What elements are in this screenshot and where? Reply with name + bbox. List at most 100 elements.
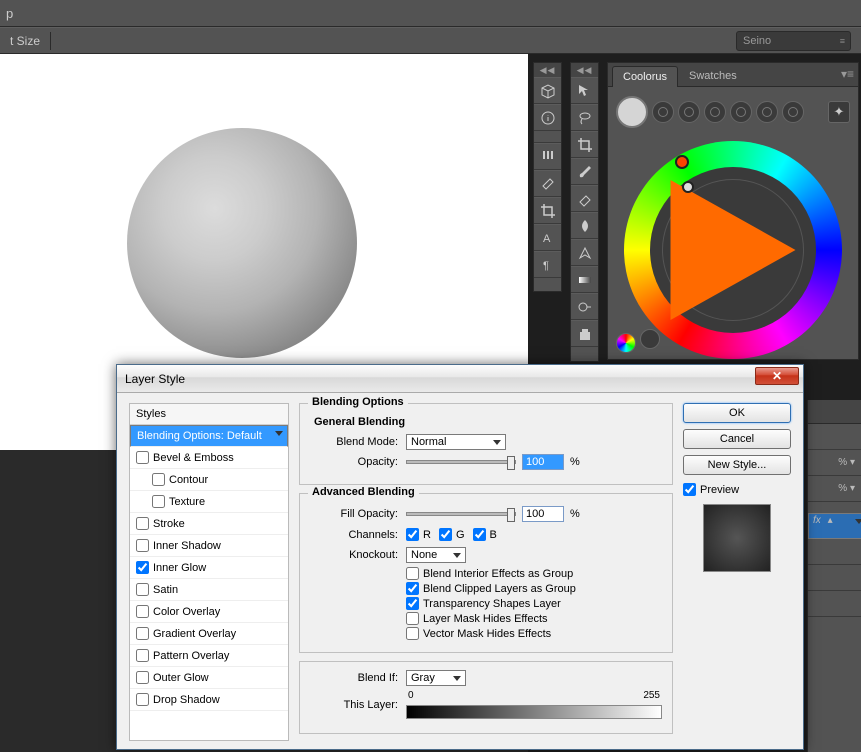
advanced-blending-legend: Advanced Blending (308, 486, 419, 498)
strip-collapse-icon[interactable]: ◀◀ (571, 63, 598, 77)
layers-fill-fragment[interactable]: % ▾ (808, 476, 861, 502)
style-color-overlay[interactable]: Color Overlay (130, 601, 288, 623)
styles-header: Styles (130, 404, 288, 425)
preview-thumbnail (703, 504, 771, 572)
lasso-tool-icon[interactable] (571, 104, 598, 131)
info-icon[interactable] (534, 104, 561, 131)
fillopacity-slider[interactable] (406, 512, 516, 516)
mode-dot-2[interactable] (678, 101, 700, 123)
chk-transparency-shapes[interactable]: Transparency Shapes Layer (406, 597, 662, 610)
layer-row[interactable] (808, 591, 861, 617)
channel-b[interactable]: B (473, 528, 497, 541)
panel-menu-icon[interactable]: ▾≡ (841, 67, 854, 81)
strip-collapse-icon[interactable]: ◀◀ (534, 63, 561, 77)
layer-row[interactable] (808, 539, 861, 565)
style-outer-glow[interactable]: Outer Glow (130, 667, 288, 689)
checkbox-gradientoverlay[interactable] (136, 627, 149, 640)
style-satin[interactable]: Satin (130, 579, 288, 601)
style-pattern-overlay[interactable]: Pattern Overlay (130, 645, 288, 667)
crop-tool-icon[interactable] (571, 131, 598, 158)
eraser-tool-icon[interactable] (571, 185, 598, 212)
panel-doc-strip: ◀◀ A ¶ (533, 62, 562, 292)
channel-g[interactable]: G (439, 528, 465, 541)
color-wheel[interactable] (624, 141, 842, 359)
chk-blend-interior[interactable]: Blend Interior Effects as Group (406, 567, 662, 580)
style-inner-shadow[interactable]: Inner Shadow (130, 535, 288, 557)
blendif-label: Blend If: (310, 672, 398, 684)
tab-swatches[interactable]: Swatches (678, 65, 748, 86)
dodge-tool-icon[interactable] (571, 293, 598, 320)
swap-icon[interactable] (640, 329, 660, 349)
gradient-tool-icon[interactable] (571, 266, 598, 293)
chk-layermask-hides[interactable]: Layer Mask Hides Effects (406, 612, 662, 625)
style-gradient-overlay[interactable]: Gradient Overlay (130, 623, 288, 645)
menu-letter[interactable]: p (6, 6, 13, 21)
style-drop-shadow[interactable]: Drop Shadow (130, 689, 288, 711)
checkbox-stroke[interactable] (136, 517, 149, 530)
thislayer-gradient[interactable] (406, 705, 662, 719)
tab-coolorus[interactable]: Coolorus (612, 66, 678, 87)
checkbox-satin[interactable] (136, 583, 149, 596)
brushes-icon[interactable] (534, 143, 561, 170)
brush-settings-icon[interactable] (534, 170, 561, 197)
brush-tool-icon[interactable] (571, 158, 598, 185)
close-button[interactable]: ✕ (755, 367, 799, 385)
hue-indicator[interactable] (675, 155, 689, 169)
dialog-titlebar[interactable]: Layer Style ✕ (117, 365, 803, 393)
mode-dot-6[interactable] (782, 101, 804, 123)
cube-icon[interactable] (534, 77, 561, 104)
checkbox-innerglow[interactable] (136, 561, 149, 574)
crop-icon[interactable] (534, 197, 561, 224)
character-icon[interactable]: A (534, 224, 561, 251)
mode-dot-5[interactable] (756, 101, 778, 123)
cancel-button[interactable]: Cancel (683, 429, 791, 449)
sv-indicator[interactable] (682, 181, 694, 193)
checkbox-bevel[interactable] (136, 451, 149, 464)
chk-vectormask-hides[interactable]: Vector Mask Hides Effects (406, 627, 662, 640)
preview-checkbox[interactable]: Preview (683, 483, 791, 496)
color-triangle[interactable] (671, 180, 796, 320)
mode-dot-4[interactable] (730, 101, 752, 123)
opacity-input[interactable]: 100 (522, 454, 564, 470)
foreground-color-swatch[interactable] (616, 96, 648, 128)
opacity-slider[interactable] (406, 460, 516, 464)
style-blending-options[interactable]: Blending Options: Default (130, 425, 288, 447)
checkbox-coloroverlay[interactable] (136, 605, 149, 618)
style-texture[interactable]: Texture (130, 491, 288, 513)
move-tool-icon[interactable] (571, 77, 598, 104)
options-fontsize-fragment[interactable]: t Size (0, 32, 51, 50)
checkbox-outerglow[interactable] (136, 671, 149, 684)
knockout-select[interactable]: None (406, 547, 466, 563)
paragraph-icon[interactable]: ¶ (534, 251, 561, 278)
style-stroke[interactable]: Stroke (130, 513, 288, 535)
style-bevel-emboss[interactable]: Bevel & Emboss (130, 447, 288, 469)
dialog-center-pane: Blending Options General Blending Blend … (299, 403, 673, 741)
layer-row-selected[interactable]: fx ▴ (808, 513, 861, 539)
layers-opacity-fragment[interactable]: % ▾ (808, 450, 861, 476)
smudge-tool-icon[interactable] (571, 212, 598, 239)
style-contour[interactable]: Contour (130, 469, 288, 491)
checkbox-contour[interactable] (152, 473, 165, 486)
channel-r[interactable]: R (406, 528, 431, 541)
pen-tool-icon[interactable] (571, 239, 598, 266)
blendif-select[interactable]: Gray (406, 670, 466, 686)
fillopacity-input[interactable]: 100 (522, 506, 564, 522)
styles-list: Styles Blending Options: Default Bevel &… (129, 403, 289, 741)
workspace-dropdown[interactable]: Seino (736, 31, 851, 51)
checkbox-texture[interactable] (152, 495, 165, 508)
newstyle-button[interactable]: New Style... (683, 455, 791, 475)
layer-row[interactable] (808, 565, 861, 591)
blendmode-select[interactable]: Normal (406, 434, 506, 450)
ok-button[interactable]: OK (683, 403, 791, 423)
checkbox-dropshadow[interactable] (136, 693, 149, 706)
clone-tool-icon[interactable] (571, 320, 598, 347)
style-inner-glow[interactable]: Inner Glow (130, 557, 288, 579)
checkbox-innershadow[interactable] (136, 539, 149, 552)
mode-dot-3[interactable] (704, 101, 726, 123)
chk-blend-clipped[interactable]: Blend Clipped Layers as Group (406, 582, 662, 595)
wheel-mode-icon[interactable] (616, 333, 636, 353)
layers-blendmode-fragment[interactable] (808, 424, 861, 450)
mode-dot-1[interactable] (652, 101, 674, 123)
checkbox-patternoverlay[interactable] (136, 649, 149, 662)
gear-icon[interactable]: ✦ (828, 101, 850, 123)
